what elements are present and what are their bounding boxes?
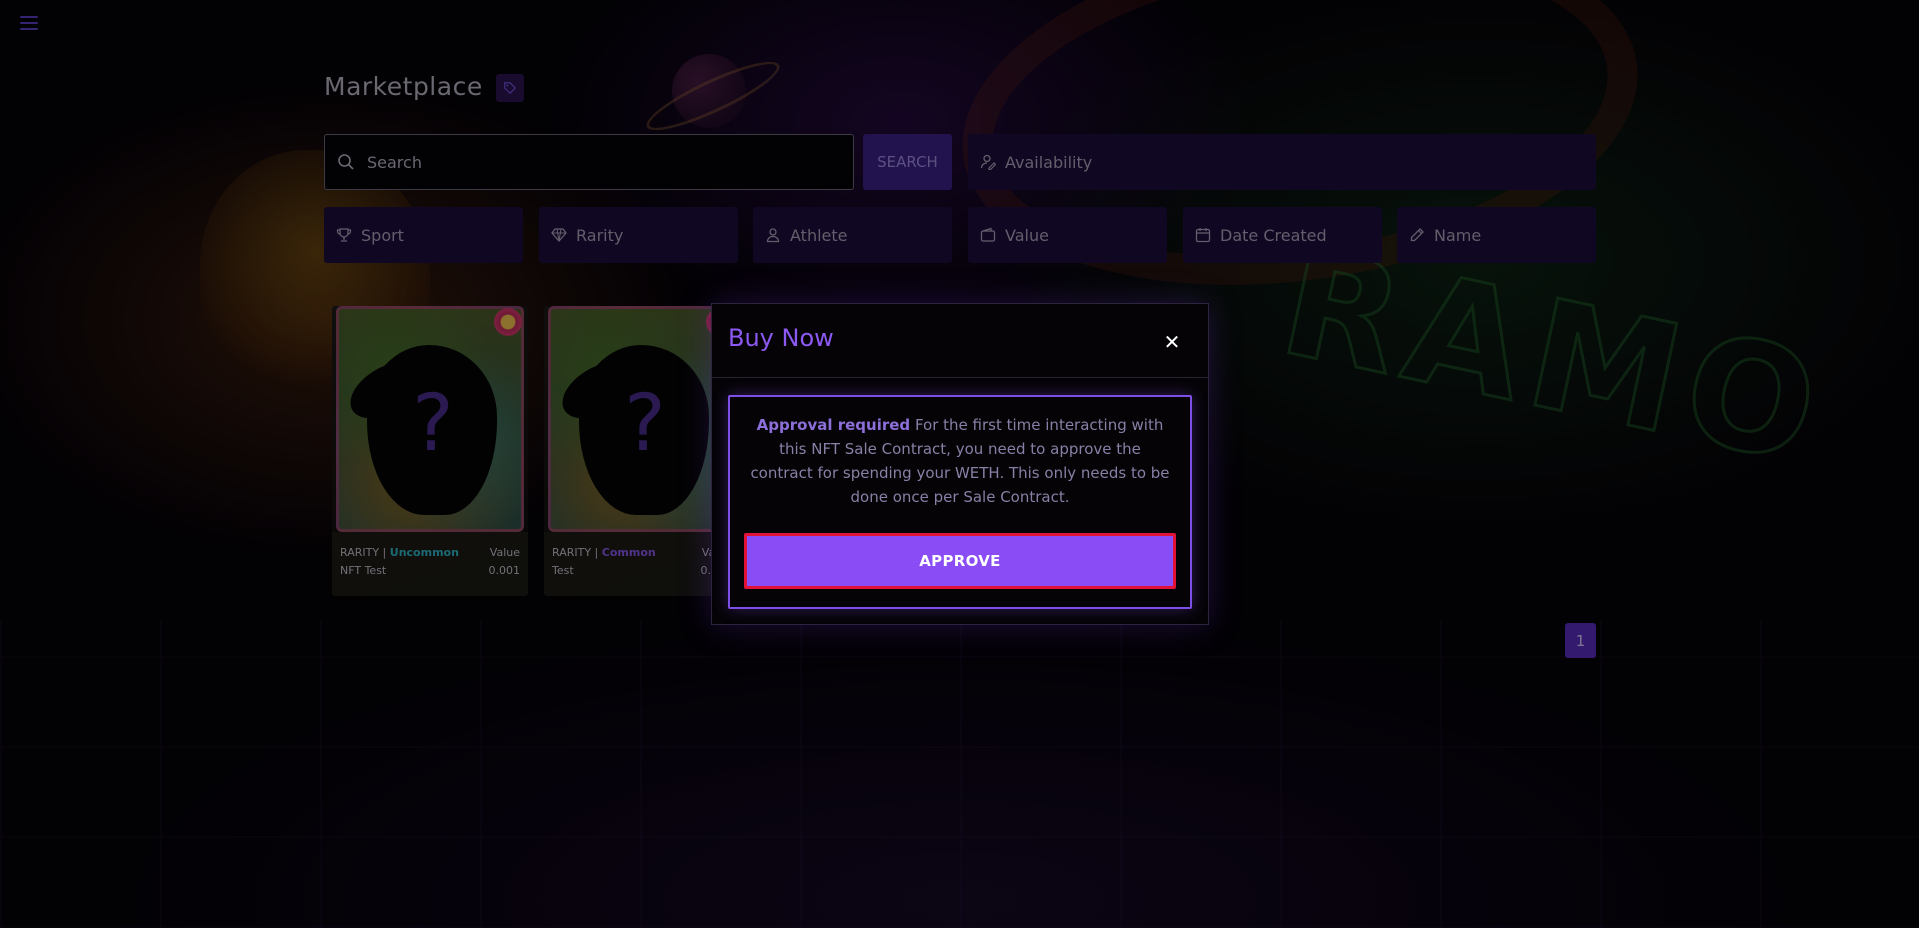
close-icon[interactable]: ✕	[1162, 332, 1182, 352]
approval-message: Approval required For the first time int…	[746, 413, 1174, 509]
approval-heading: Approval required	[756, 416, 911, 434]
modal-divider	[712, 377, 1208, 378]
buy-now-modal: Buy Now ✕ Approval required For the firs…	[711, 303, 1209, 625]
approve-button[interactable]: APPROVE	[744, 533, 1176, 589]
modal-title: Buy Now	[728, 324, 834, 352]
approval-panel: Approval required For the first time int…	[728, 395, 1192, 609]
marketplace-page: RAMO Marketplace SEARCH Availab	[0, 0, 1919, 928]
